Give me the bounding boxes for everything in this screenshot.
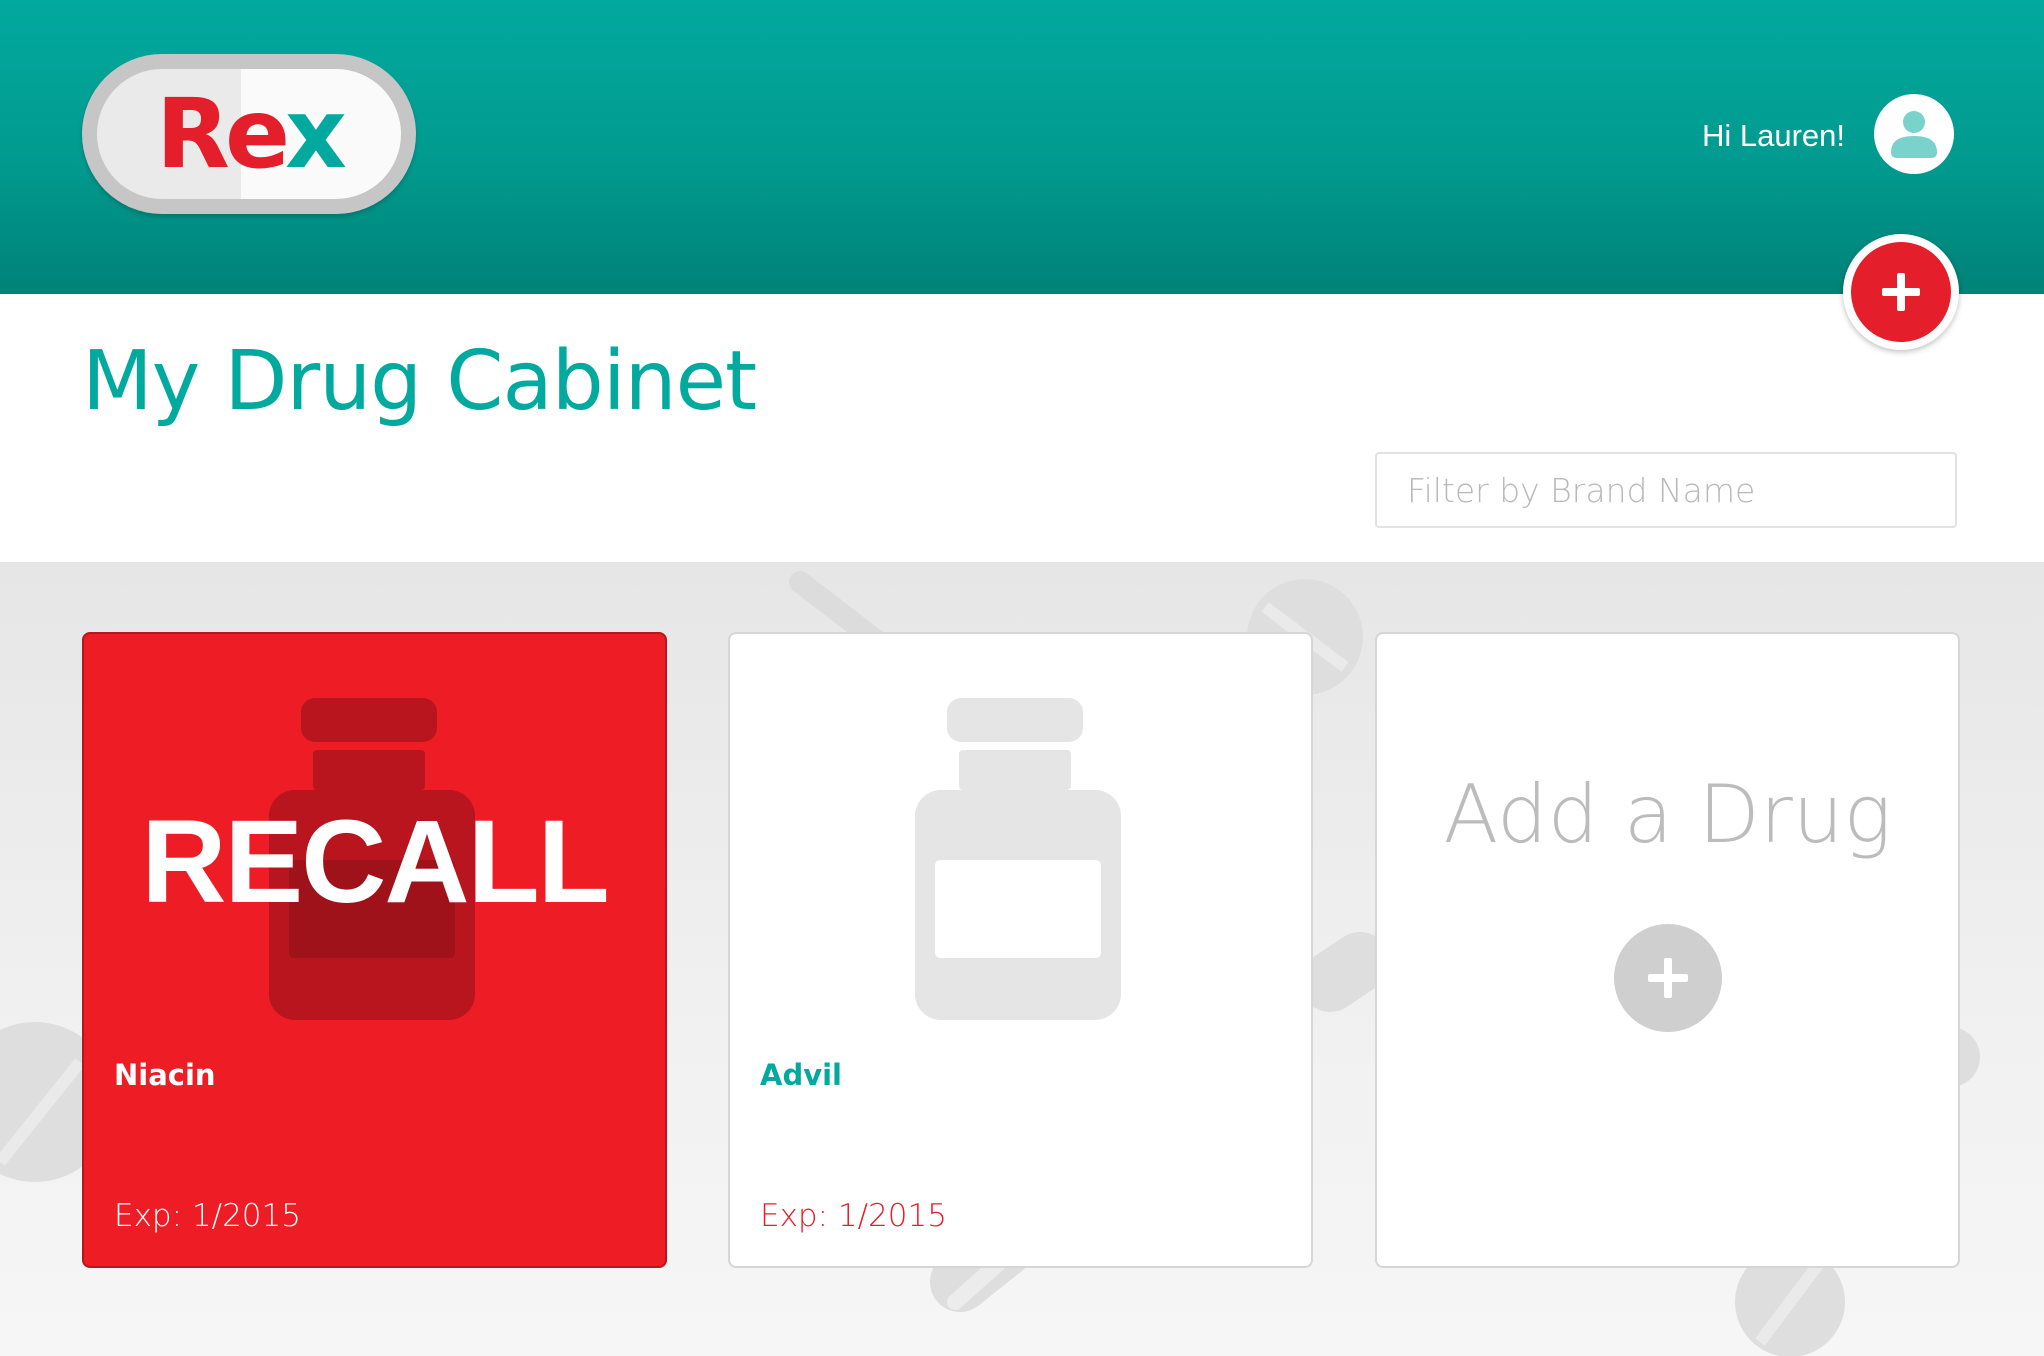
user-greeting: Hi Lauren! — [1701, 118, 1845, 153]
user-avatar[interactable] — [1874, 94, 1954, 174]
drug-cabinet-grid: RECALL Niacin Exp: 1/2015 Advil Exp: 1/2… — [0, 562, 2044, 1356]
drug-card-advil[interactable]: Advil Exp: 1/2015 — [728, 632, 1313, 1268]
add-drug-circle[interactable] — [1614, 924, 1722, 1032]
drug-card-niacin[interactable]: RECALL Niacin Exp: 1/2015 — [82, 632, 667, 1268]
user-icon — [1891, 111, 1937, 158]
logo-pill: Rex — [97, 69, 401, 199]
logo-wordmark: Rex — [156, 78, 347, 190]
plus-icon — [1648, 958, 1688, 998]
plus-icon — [1882, 273, 1920, 311]
drug-expiration: Exp: 1/2015 — [114, 1198, 301, 1234]
rex-logo[interactable]: Rex — [82, 54, 416, 214]
brand-filter-input[interactable] — [1375, 452, 1957, 528]
page-title: My Drug Cabinet — [82, 334, 757, 429]
app-header: Rex Hi Lauren! — [0, 0, 2044, 294]
add-drug-button[interactable] — [1843, 234, 1959, 350]
cabinet-title-section: My Drug Cabinet — [0, 294, 2044, 562]
add-drug-label: Add a Drug — [1443, 768, 1892, 861]
pill-bottle-icon — [915, 698, 1121, 1020]
drug-name: Niacin — [114, 1058, 216, 1092]
drug-name: Advil — [760, 1058, 842, 1092]
add-drug-card[interactable]: Add a Drug — [1375, 632, 1960, 1268]
recall-label: RECALL — [141, 796, 610, 928]
drug-expiration: Exp: 1/2015 — [760, 1198, 947, 1234]
